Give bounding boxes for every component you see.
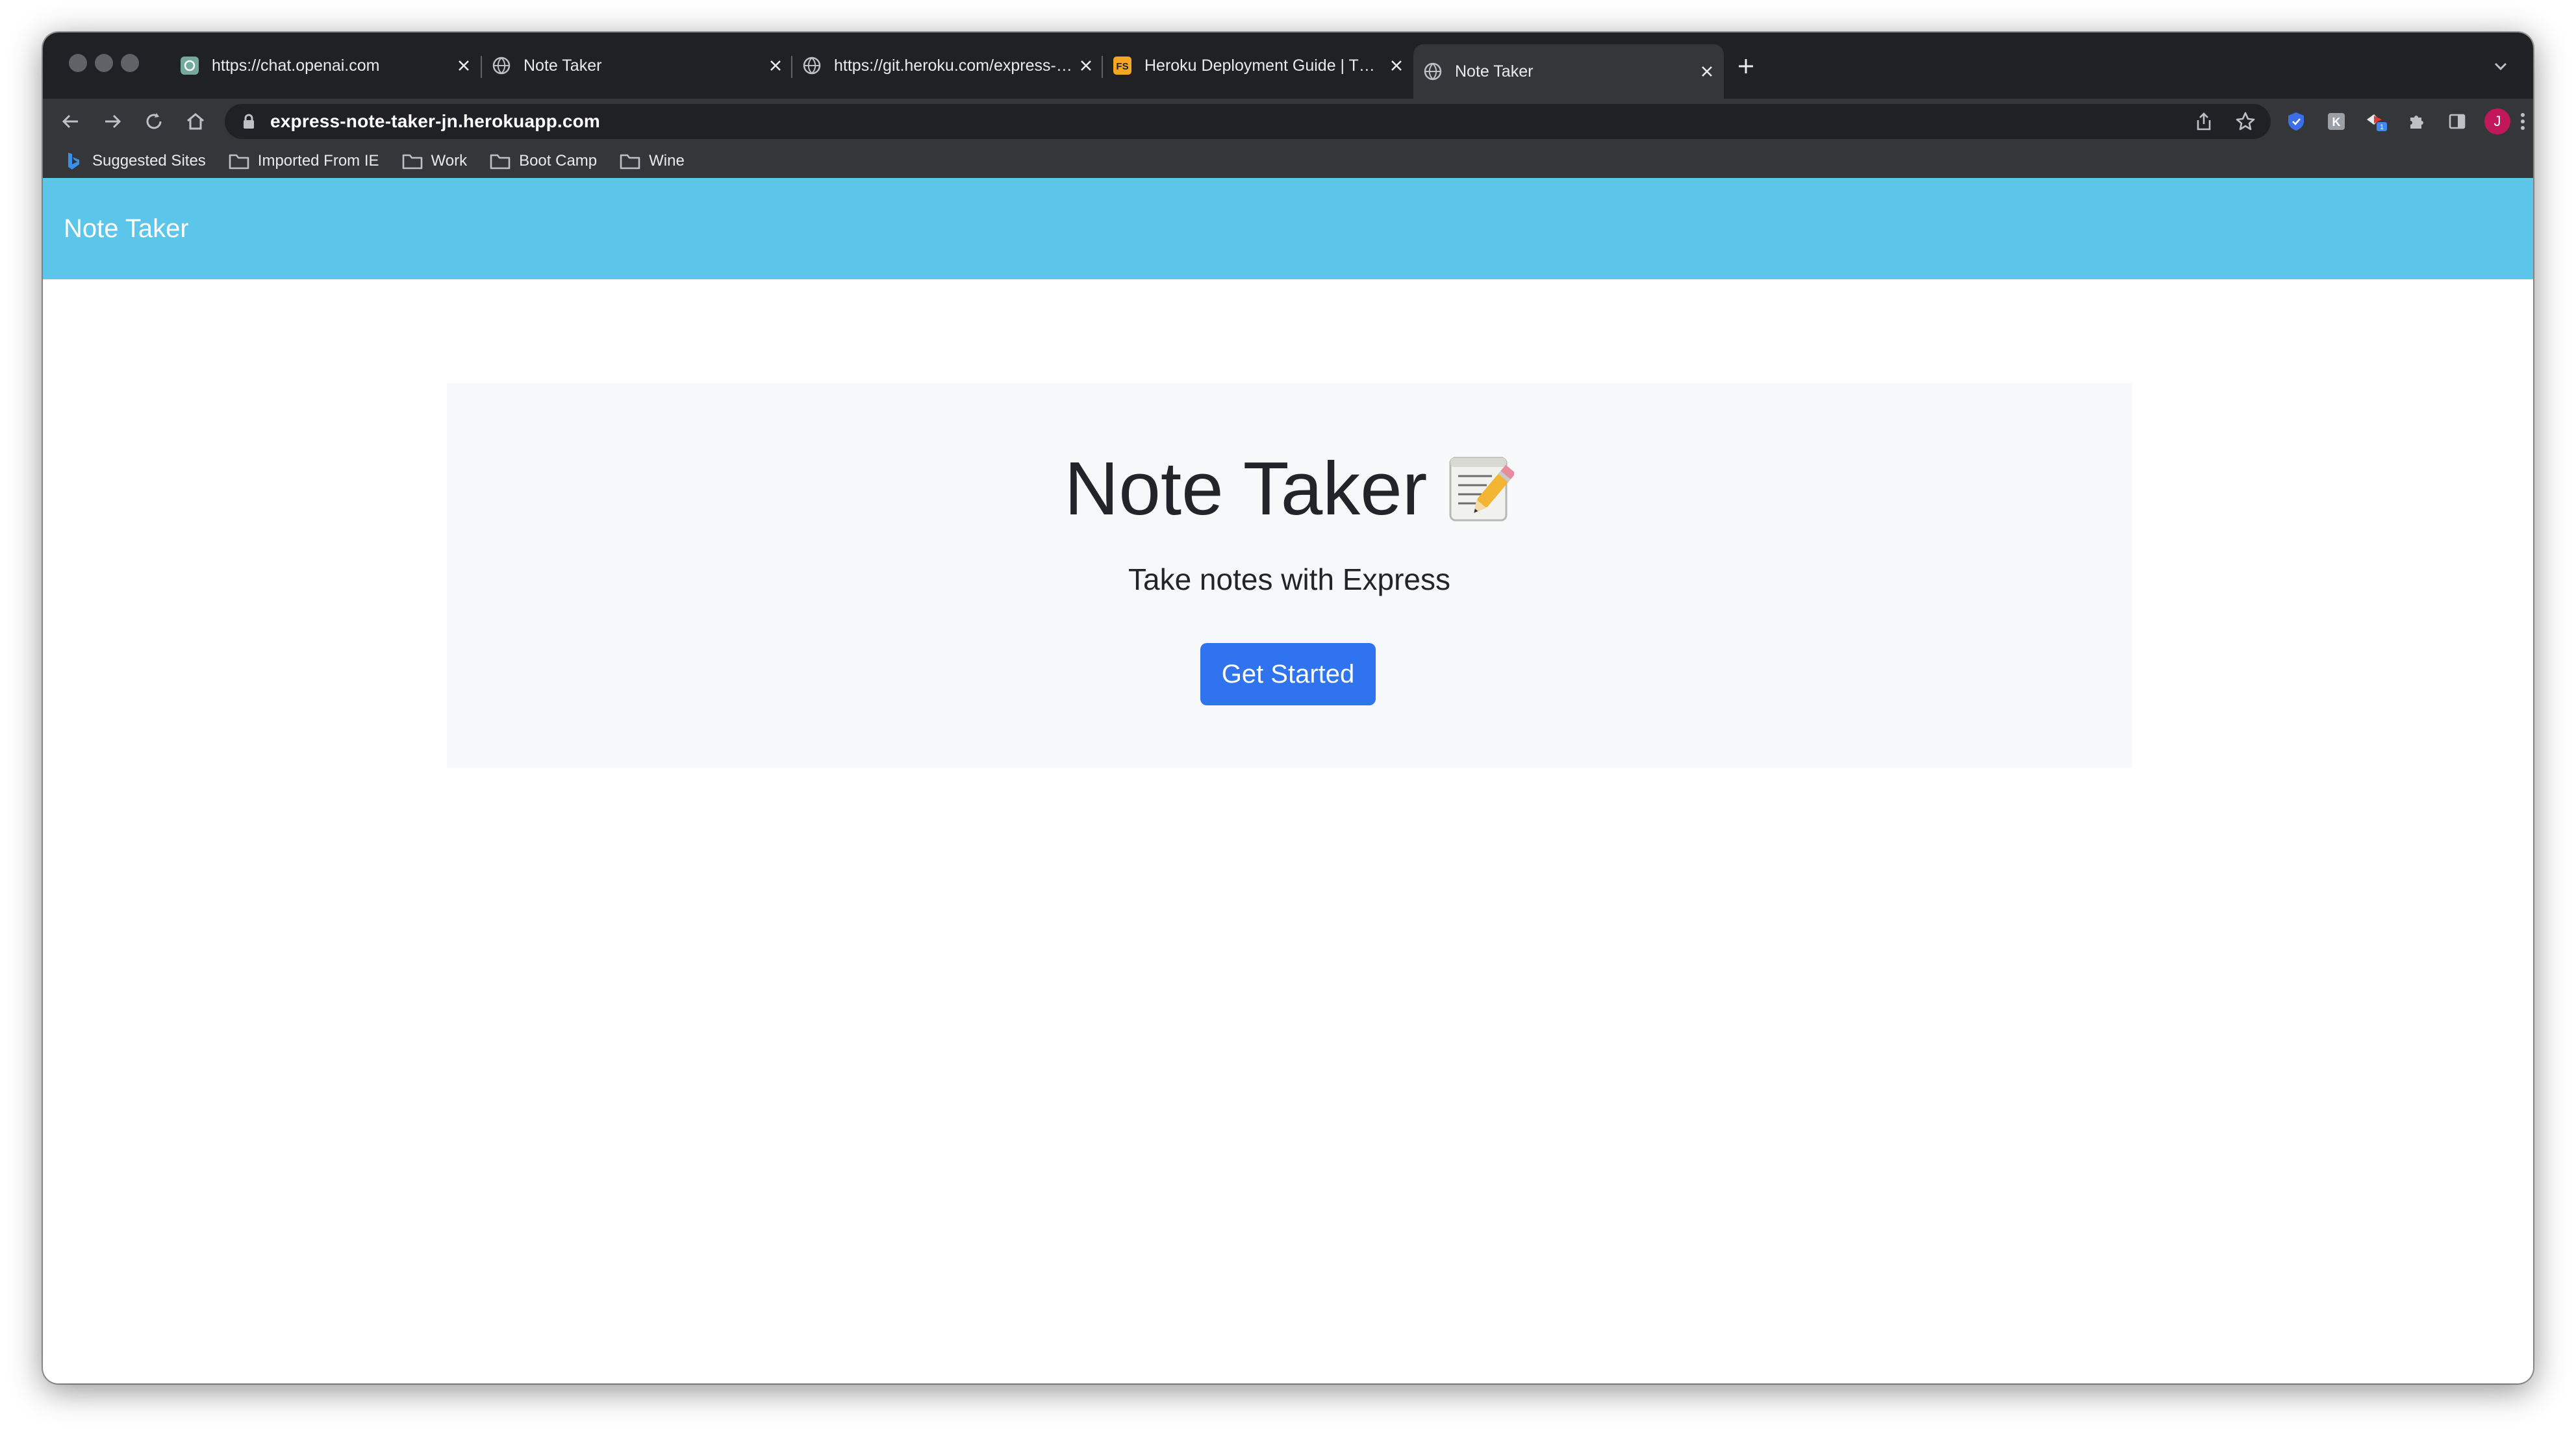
bookmark-label: Boot Camp bbox=[519, 152, 598, 170]
tab-title: https://git.heroku.com/express-note-take… bbox=[834, 56, 1073, 75]
tab-heroku-guide[interactable]: FS Heroku Deployment Guide | The Full-St… bbox=[1103, 44, 1413, 87]
bookmark-label: Imported From IE bbox=[257, 152, 379, 170]
url-text: express-note-taker-jn.herokuapp.com bbox=[270, 111, 601, 131]
tab-heroku-git[interactable]: https://git.heroku.com/express-note-take… bbox=[792, 44, 1103, 87]
globe-icon bbox=[802, 55, 822, 76]
share-icon[interactable] bbox=[2186, 104, 2221, 139]
openai-icon bbox=[179, 55, 200, 76]
svg-text:1: 1 bbox=[2380, 123, 2384, 131]
tab-note-taker[interactable]: Note Taker bbox=[482, 44, 792, 87]
get-started-button[interactable]: Get Started bbox=[1200, 643, 1376, 705]
tab-title: Heroku Deployment Guide | The Full-Stack… bbox=[1144, 56, 1383, 75]
puzzle-icon[interactable] bbox=[2402, 107, 2432, 136]
hero-subtitle: Take notes with Express bbox=[1128, 562, 1450, 596]
new-tab-icon[interactable] bbox=[1732, 52, 1760, 81]
bookmark-wine[interactable]: Wine bbox=[619, 151, 685, 171]
tab-title: Note Taker bbox=[1455, 62, 1534, 81]
close-tab-icon[interactable] bbox=[763, 53, 789, 79]
browser-toolbar: express-note-taker-jn.herokuapp.com K 1 bbox=[43, 99, 2533, 144]
kebab-menu-icon[interactable] bbox=[2516, 107, 2529, 136]
folder-icon bbox=[619, 151, 641, 171]
bookmark-work[interactable]: Work bbox=[401, 151, 468, 171]
globe-icon bbox=[491, 55, 512, 76]
close-tab-icon[interactable] bbox=[1694, 58, 1720, 84]
reload-icon[interactable] bbox=[139, 107, 169, 136]
minimize-window-dot[interactable] bbox=[95, 54, 113, 72]
svg-text:K: K bbox=[2332, 116, 2341, 129]
page-title: Note Taker bbox=[1064, 446, 1428, 531]
address-bar[interactable]: express-note-taker-jn.herokuapp.com bbox=[225, 104, 2271, 139]
star-icon[interactable] bbox=[2228, 104, 2263, 139]
tab-title: https://chat.openai.com bbox=[212, 56, 380, 75]
bookmark-boot-camp[interactable]: Boot Camp bbox=[489, 151, 597, 171]
hero-title-row: Note Taker bbox=[447, 445, 2132, 532]
back-arrow-icon[interactable] bbox=[56, 107, 86, 136]
bookmark-label: Work bbox=[431, 152, 468, 170]
bing-icon bbox=[62, 151, 84, 171]
close-tab-icon[interactable] bbox=[451, 53, 477, 79]
bookmark-label: Suggested Sites bbox=[92, 152, 206, 170]
site-navbar: Note Taker bbox=[43, 178, 2533, 279]
profile-avatar[interactable]: J bbox=[2482, 107, 2512, 136]
folder-icon bbox=[489, 151, 511, 171]
shield-icon[interactable] bbox=[2281, 107, 2311, 136]
lock-icon[interactable] bbox=[239, 112, 259, 131]
browser-window: https://chat.openai.com Note Taker https… bbox=[43, 32, 2533, 1383]
memo-icon bbox=[1446, 453, 1516, 524]
chevron-down-icon[interactable] bbox=[2486, 52, 2515, 81]
svg-text:FS: FS bbox=[1116, 61, 1128, 72]
globe-icon bbox=[1422, 61, 1443, 82]
close-tab-icon[interactable] bbox=[1383, 53, 1409, 79]
folder-icon bbox=[228, 151, 250, 171]
tab-chat-openai[interactable]: https://chat.openai.com bbox=[170, 44, 481, 87]
side-panel-icon[interactable] bbox=[2442, 107, 2472, 136]
bookmark-suggested-sites[interactable]: Suggested Sites bbox=[62, 151, 206, 171]
bookmarks-bar: Suggested Sites Imported From IE Work Bo… bbox=[43, 144, 2533, 178]
tab-strip: https://chat.openai.com Note Taker https… bbox=[43, 32, 2533, 99]
tab-note-taker-active[interactable]: Note Taker bbox=[1413, 44, 1724, 99]
maximize-window-dot[interactable] bbox=[121, 54, 139, 72]
navbar-brand-link[interactable]: Note Taker bbox=[64, 214, 189, 244]
close-tab-icon[interactable] bbox=[1073, 53, 1099, 79]
bookmark-imported-from-ie[interactable]: Imported From IE bbox=[228, 151, 379, 171]
heroku-icon: FS bbox=[1112, 55, 1133, 76]
extension-k-icon[interactable]: K bbox=[2321, 107, 2351, 136]
folder-icon bbox=[401, 151, 423, 171]
bookmark-label: Wine bbox=[649, 152, 685, 170]
tab-title: Note Taker bbox=[524, 56, 602, 75]
home-icon[interactable] bbox=[181, 107, 210, 136]
browser-chrome: https://chat.openai.com Note Taker https… bbox=[43, 32, 2533, 178]
close-window-dot[interactable] bbox=[69, 54, 87, 72]
hero-jumbotron: Note Taker Take notes with Express Get S… bbox=[447, 383, 2132, 768]
extension-badge-icon[interactable]: 1 bbox=[2362, 107, 2392, 136]
forward-arrow-icon[interactable] bbox=[97, 107, 127, 136]
